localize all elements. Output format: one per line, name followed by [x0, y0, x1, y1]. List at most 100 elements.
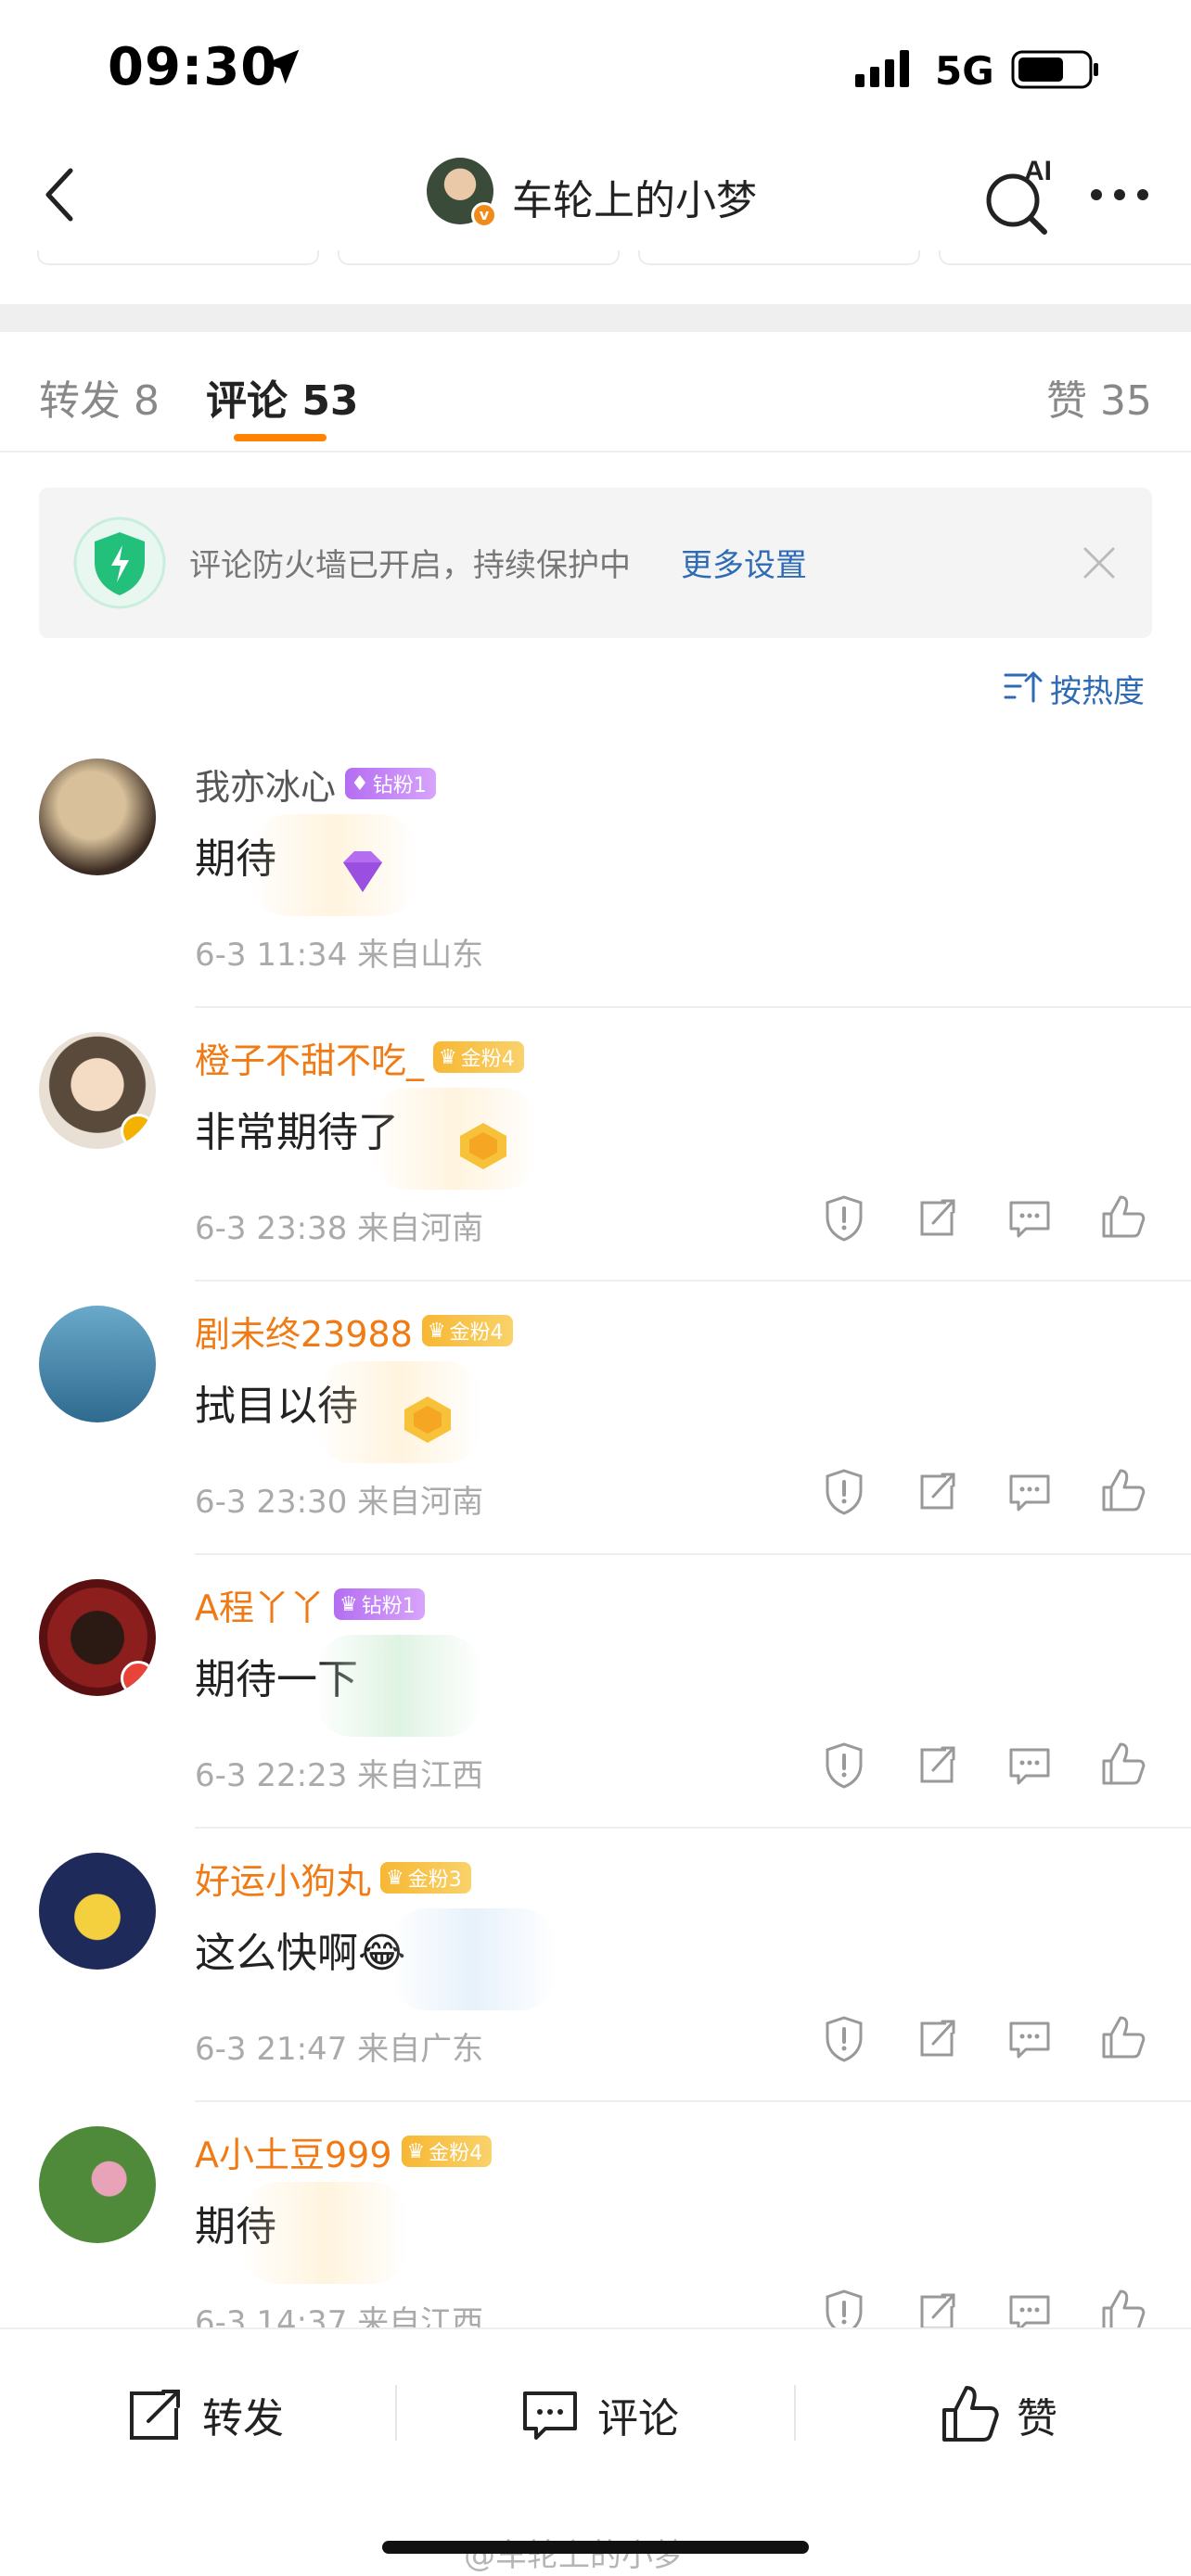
- page-title[interactable]: 车轮上的小梦: [512, 167, 757, 226]
- like-label: 赞: [1017, 2395, 1057, 2442]
- divider: [195, 1280, 1191, 1282]
- report-button[interactable]: [816, 1737, 872, 1792]
- close-icon[interactable]: [1076, 540, 1122, 586]
- tab-likes[interactable]: 赞 35: [1046, 367, 1152, 427]
- shield-icon: [73, 516, 166, 609]
- share-button[interactable]: [909, 1463, 965, 1519]
- share-icon: [920, 1199, 955, 1236]
- avatar[interactable]: [39, 2126, 156, 2243]
- comment-item: 橙子不甜不吃_ ♛ 金粉4 非常期待了 6-3 23:38 来自河南: [0, 1006, 1191, 1280]
- avatar[interactable]: [39, 759, 156, 875]
- share-icon: [920, 2020, 955, 2057]
- comment-icon: [1009, 1201, 1050, 1238]
- share-icon: [920, 1473, 955, 1510]
- sort-button[interactable]: 按热度: [1002, 660, 1154, 712]
- like-button[interactable]: [1095, 1463, 1150, 1519]
- card-strip: [0, 250, 1191, 269]
- back-button[interactable]: [28, 158, 102, 232]
- comment-item: A程丫丫 ♛ 钻粉1 期待一下 6-3 22:23 来自江西: [0, 1553, 1191, 1827]
- ai-search-button[interactable]: AI: [978, 152, 1063, 237]
- like-button[interactable]: [1095, 2010, 1150, 2066]
- commenter-name[interactable]: 好运小狗丸: [195, 1853, 371, 1904]
- crown-icon: ♛: [386, 1866, 404, 1890]
- commenter-name[interactable]: 橙子不甜不吃_: [195, 1032, 424, 1083]
- ai-label: AI: [1024, 156, 1052, 186]
- commenter-name[interactable]: 我亦冰心: [195, 759, 336, 810]
- share-button[interactable]: [909, 1190, 965, 1245]
- comment-actions: [816, 1190, 1159, 1245]
- fan-badge: ♛ 金粉4: [401, 2136, 493, 2167]
- comment-item: 好运小狗丸 ♛ 金粉3 这么快啊😂 6-3 21:47 来自广东: [0, 1827, 1191, 2100]
- author-avatar[interactable]: v: [427, 158, 497, 228]
- comment-item: 我亦冰心 ♦ 钻粉1 期待 6-3 11:34 来自山东: [0, 733, 1191, 1006]
- reply-button[interactable]: [1002, 1737, 1057, 1792]
- tab-comments[interactable]: 评论 53: [206, 367, 359, 427]
- report-button[interactable]: [816, 2010, 872, 2066]
- crown-icon: ♛: [427, 1319, 446, 1343]
- fan-sticker: [250, 814, 417, 916]
- comment-label: 评论: [597, 2395, 679, 2442]
- divider: [195, 1553, 1191, 1555]
- like-button[interactable]: [1095, 1190, 1150, 1245]
- tab-bar: 转发 8 评论 53 赞 35: [0, 332, 1191, 453]
- share-button[interactable]: [909, 2010, 965, 2066]
- reply-button[interactable]: [1002, 2010, 1057, 2066]
- fan-sticker: [371, 1088, 538, 1190]
- comment-meta: 6-3 22:23 来自江西: [195, 1757, 484, 1794]
- avatar[interactable]: [39, 1306, 156, 1422]
- comment-icon: [1009, 1474, 1050, 1511]
- location-arrow-icon: [264, 49, 300, 84]
- report-icon: [826, 2016, 863, 2062]
- reply-button[interactable]: [1002, 1190, 1057, 1245]
- like-button[interactable]: 赞: [935, 2378, 1057, 2452]
- comment-item: 剧未终23988 ♛ 金粉4 拭目以待 6-3 23:30 来自河南: [0, 1280, 1191, 1553]
- fan-sticker: [241, 2182, 408, 2284]
- red-star-badge-icon: [121, 1661, 156, 1696]
- avatar[interactable]: [39, 1032, 156, 1149]
- thumbs-up-icon: [1102, 1469, 1146, 1511]
- diamond-icon: ♦: [351, 772, 369, 796]
- battery-icon: [1011, 50, 1098, 89]
- fan-sticker: [390, 1908, 557, 2010]
- status-time: 09:30: [108, 37, 278, 97]
- report-icon: [826, 1195, 863, 1242]
- section-divider: [0, 304, 1191, 332]
- divider: [195, 2100, 1191, 2102]
- avatar[interactable]: [39, 1853, 156, 1970]
- divider: [195, 1827, 1191, 1829]
- active-tab-indicator: [234, 434, 327, 441]
- repost-button[interactable]: 转发: [121, 2378, 284, 2452]
- like-button[interactable]: [1095, 1737, 1150, 1792]
- network-label: 5G: [935, 48, 994, 94]
- comment-meta: 6-3 21:47 来自广东: [195, 2031, 484, 2068]
- share-button[interactable]: [909, 1737, 965, 1792]
- report-button[interactable]: [816, 1463, 872, 1519]
- fan-badge: ♦ 钻粉1: [345, 768, 436, 799]
- thumbs-up-icon: [1102, 1195, 1146, 1238]
- notice-text: 评论防火墙已开启，持续保护中: [189, 547, 631, 584]
- fan-sticker: [315, 1361, 482, 1463]
- nav-bar: v 车轮上的小梦 AI: [0, 139, 1191, 250]
- verified-badge-icon: v: [471, 202, 497, 228]
- share-icon: [920, 1746, 955, 1783]
- home-indicator[interactable]: [382, 2541, 809, 2554]
- commenter-name[interactable]: A程丫丫: [195, 1579, 325, 1630]
- signal-icon: [855, 50, 909, 87]
- reply-button[interactable]: [1002, 1463, 1057, 1519]
- commenter-name[interactable]: A小土豆999: [195, 2126, 392, 2177]
- bottom-action-bar: 转发 评论 赞 @车轮上的小梦: [0, 2327, 1191, 2576]
- comment-button[interactable]: 评论: [516, 2378, 679, 2452]
- tab-repost[interactable]: 转发 8: [39, 367, 160, 427]
- commenter-name[interactable]: 剧未终23988: [195, 1306, 413, 1357]
- crown-icon: ♛: [339, 1592, 358, 1616]
- report-button[interactable]: [816, 1190, 872, 1245]
- repost-label: 转发: [202, 2395, 284, 2442]
- more-settings-link[interactable]: 更多设置: [681, 540, 807, 585]
- separator: [395, 2385, 397, 2441]
- verified-badge-icon: [121, 1114, 156, 1149]
- sort-label: 按热度: [1050, 673, 1145, 710]
- avatar[interactable]: [39, 1579, 156, 1696]
- comment-icon: [1009, 1748, 1050, 1785]
- divider: [195, 1006, 1191, 1008]
- more-options-icon[interactable]: [1085, 167, 1154, 223]
